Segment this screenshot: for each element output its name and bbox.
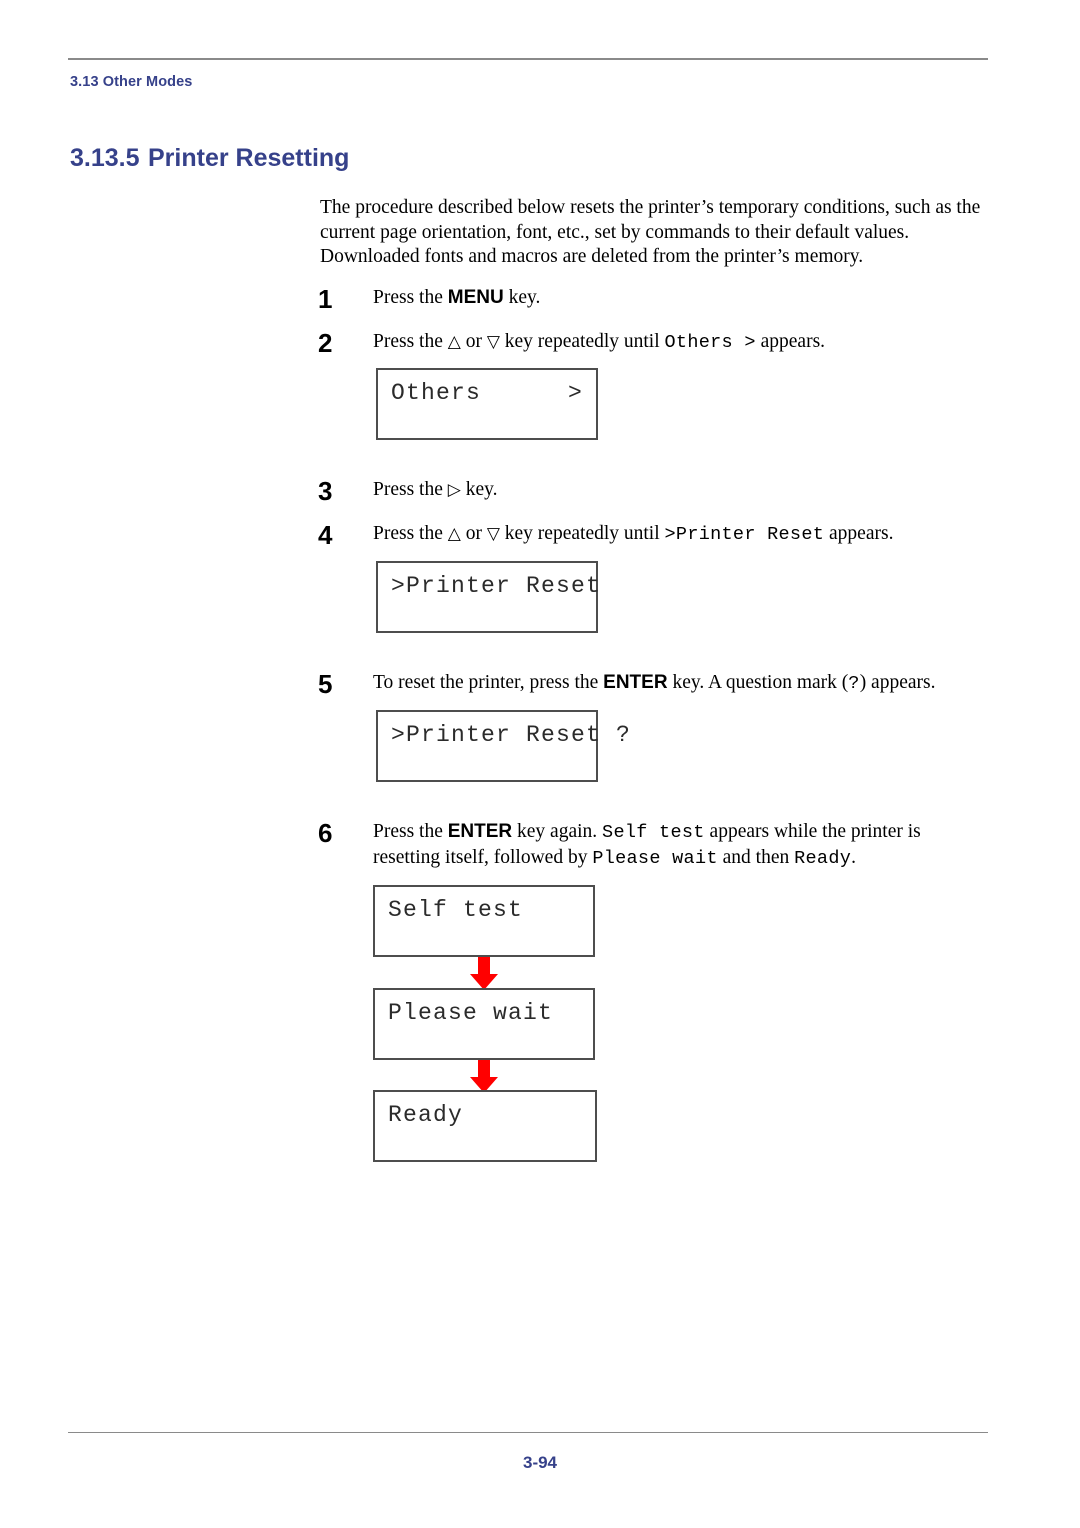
run-text: key. (460, 479, 498, 500)
step-number: 1 (318, 284, 333, 314)
step-number: 2 (318, 328, 333, 358)
lcd-literal: >Printer Reset (664, 524, 825, 545)
lcd-literal: Please wait (592, 847, 718, 869)
step-1: 1 Press the MENU key. (318, 284, 990, 314)
lcd-text-left: >Printer Reset (391, 573, 602, 599)
section-title: Printer Resetting (148, 144, 350, 172)
step-3: 3 Press the ▷ key. (318, 476, 990, 506)
lcd-line: >Printer Reset ? (391, 722, 630, 748)
running-header: 3.13 Other Modes (70, 74, 193, 90)
run-text: Press the (373, 331, 448, 352)
run-text: key repeatedly until (499, 523, 665, 544)
arrow-key-icon: △ (447, 332, 461, 352)
lcd-line: Please wait (388, 1000, 580, 1026)
lcd-text-left: >Printer Reset ? (391, 722, 632, 748)
lcd-text-left: Please wait (388, 1000, 554, 1026)
step-number: 6 (318, 818, 333, 848)
run-text: ) appears. (859, 672, 936, 693)
down-arrow-icon (467, 1060, 501, 1094)
step-text: Press the ENTER key again. Self test app… (373, 820, 990, 871)
lcd-line: Others > (391, 380, 583, 406)
run-text: Press the (373, 821, 448, 842)
step-number: 4 (318, 520, 333, 550)
step-4: 4 Press the △ or ▽ key repeatedly until … (318, 522, 990, 548)
lcd-text-left: Others (391, 380, 482, 406)
page-number: 3-94 (522, 1453, 558, 1472)
lcd-panel-please-wait: Please wait (373, 988, 595, 1060)
step-text: Press the △ or ▽ key repeatedly until Ot… (373, 330, 990, 356)
intro-paragraph: The procedure described below resets the… (320, 197, 981, 267)
step-6: 6 Press the ENTER key again. Self test a… (318, 820, 990, 871)
run-text: and then (717, 846, 795, 868)
run-text: key repeatedly until (499, 331, 665, 352)
run-text: appears. (824, 523, 894, 544)
arrow-key-icon: ▽ (486, 332, 500, 352)
lcd-literal: Ready (794, 847, 852, 869)
lcd-line: >Printer Reset (391, 573, 600, 599)
key-name: ENTER (603, 672, 668, 693)
lcd-literal: Self test (602, 822, 705, 843)
lcd-literal: ? (848, 673, 860, 694)
step-text: Press the △ or ▽ key repeatedly until >P… (373, 522, 990, 548)
arrow-key-icon: ▽ (486, 524, 500, 544)
run-text: appears. (755, 331, 826, 352)
lcd-text-left: Ready (388, 1102, 464, 1128)
step-number: 5 (318, 669, 333, 699)
arrow-key-icon: △ (447, 524, 461, 544)
down-arrow-icon (467, 957, 501, 991)
section-number: 3.13.5 (70, 144, 140, 172)
run-text: key. (503, 287, 541, 308)
run-text: key. A question mark ( (667, 672, 849, 693)
key-name: MENU (447, 287, 504, 308)
run-text: . (851, 846, 856, 868)
step-text: Press the ▷ key. (373, 478, 990, 503)
page-title: 3.13.5 Printer Resetting (70, 144, 349, 173)
run-text: Press the (373, 479, 448, 500)
run-text: To reset the printer, press the (373, 672, 604, 693)
lcd-line: Self test (388, 897, 580, 923)
lcd-panel-printer-reset: >Printer Reset (376, 561, 600, 633)
arrow-key-icon: ▷ (447, 480, 461, 500)
lcd-line: Ready (388, 1102, 582, 1128)
lcd-panel-printer-reset-query: >Printer Reset ? (376, 710, 630, 782)
step-number: 3 (318, 476, 333, 506)
run-text: or (460, 331, 487, 352)
step-text: Press the MENU key. (373, 286, 990, 311)
lcd-panel-ready: Ready (373, 1090, 597, 1162)
header-rule (68, 58, 988, 60)
step-text: To reset the printer, press the ENTER ke… (373, 671, 990, 697)
lcd-literal: Others > (664, 332, 756, 353)
step-5: 5 To reset the printer, press the ENTER … (318, 671, 990, 697)
run-text: or (460, 523, 487, 544)
run-text: key again. (512, 821, 603, 842)
step-2: 2 Press the △ or ▽ key repeatedly until … (318, 330, 990, 356)
lcd-text-right: > (567, 380, 583, 406)
lcd-panel-self-test: Self test (373, 885, 595, 957)
run-text: Press the (373, 523, 448, 544)
key-name: ENTER (447, 821, 513, 842)
lcd-panel-others: Others > (376, 368, 598, 440)
lcd-text-left: Self test (388, 897, 524, 923)
footer-rule (68, 1432, 988, 1433)
run-text: Press the (373, 287, 448, 308)
